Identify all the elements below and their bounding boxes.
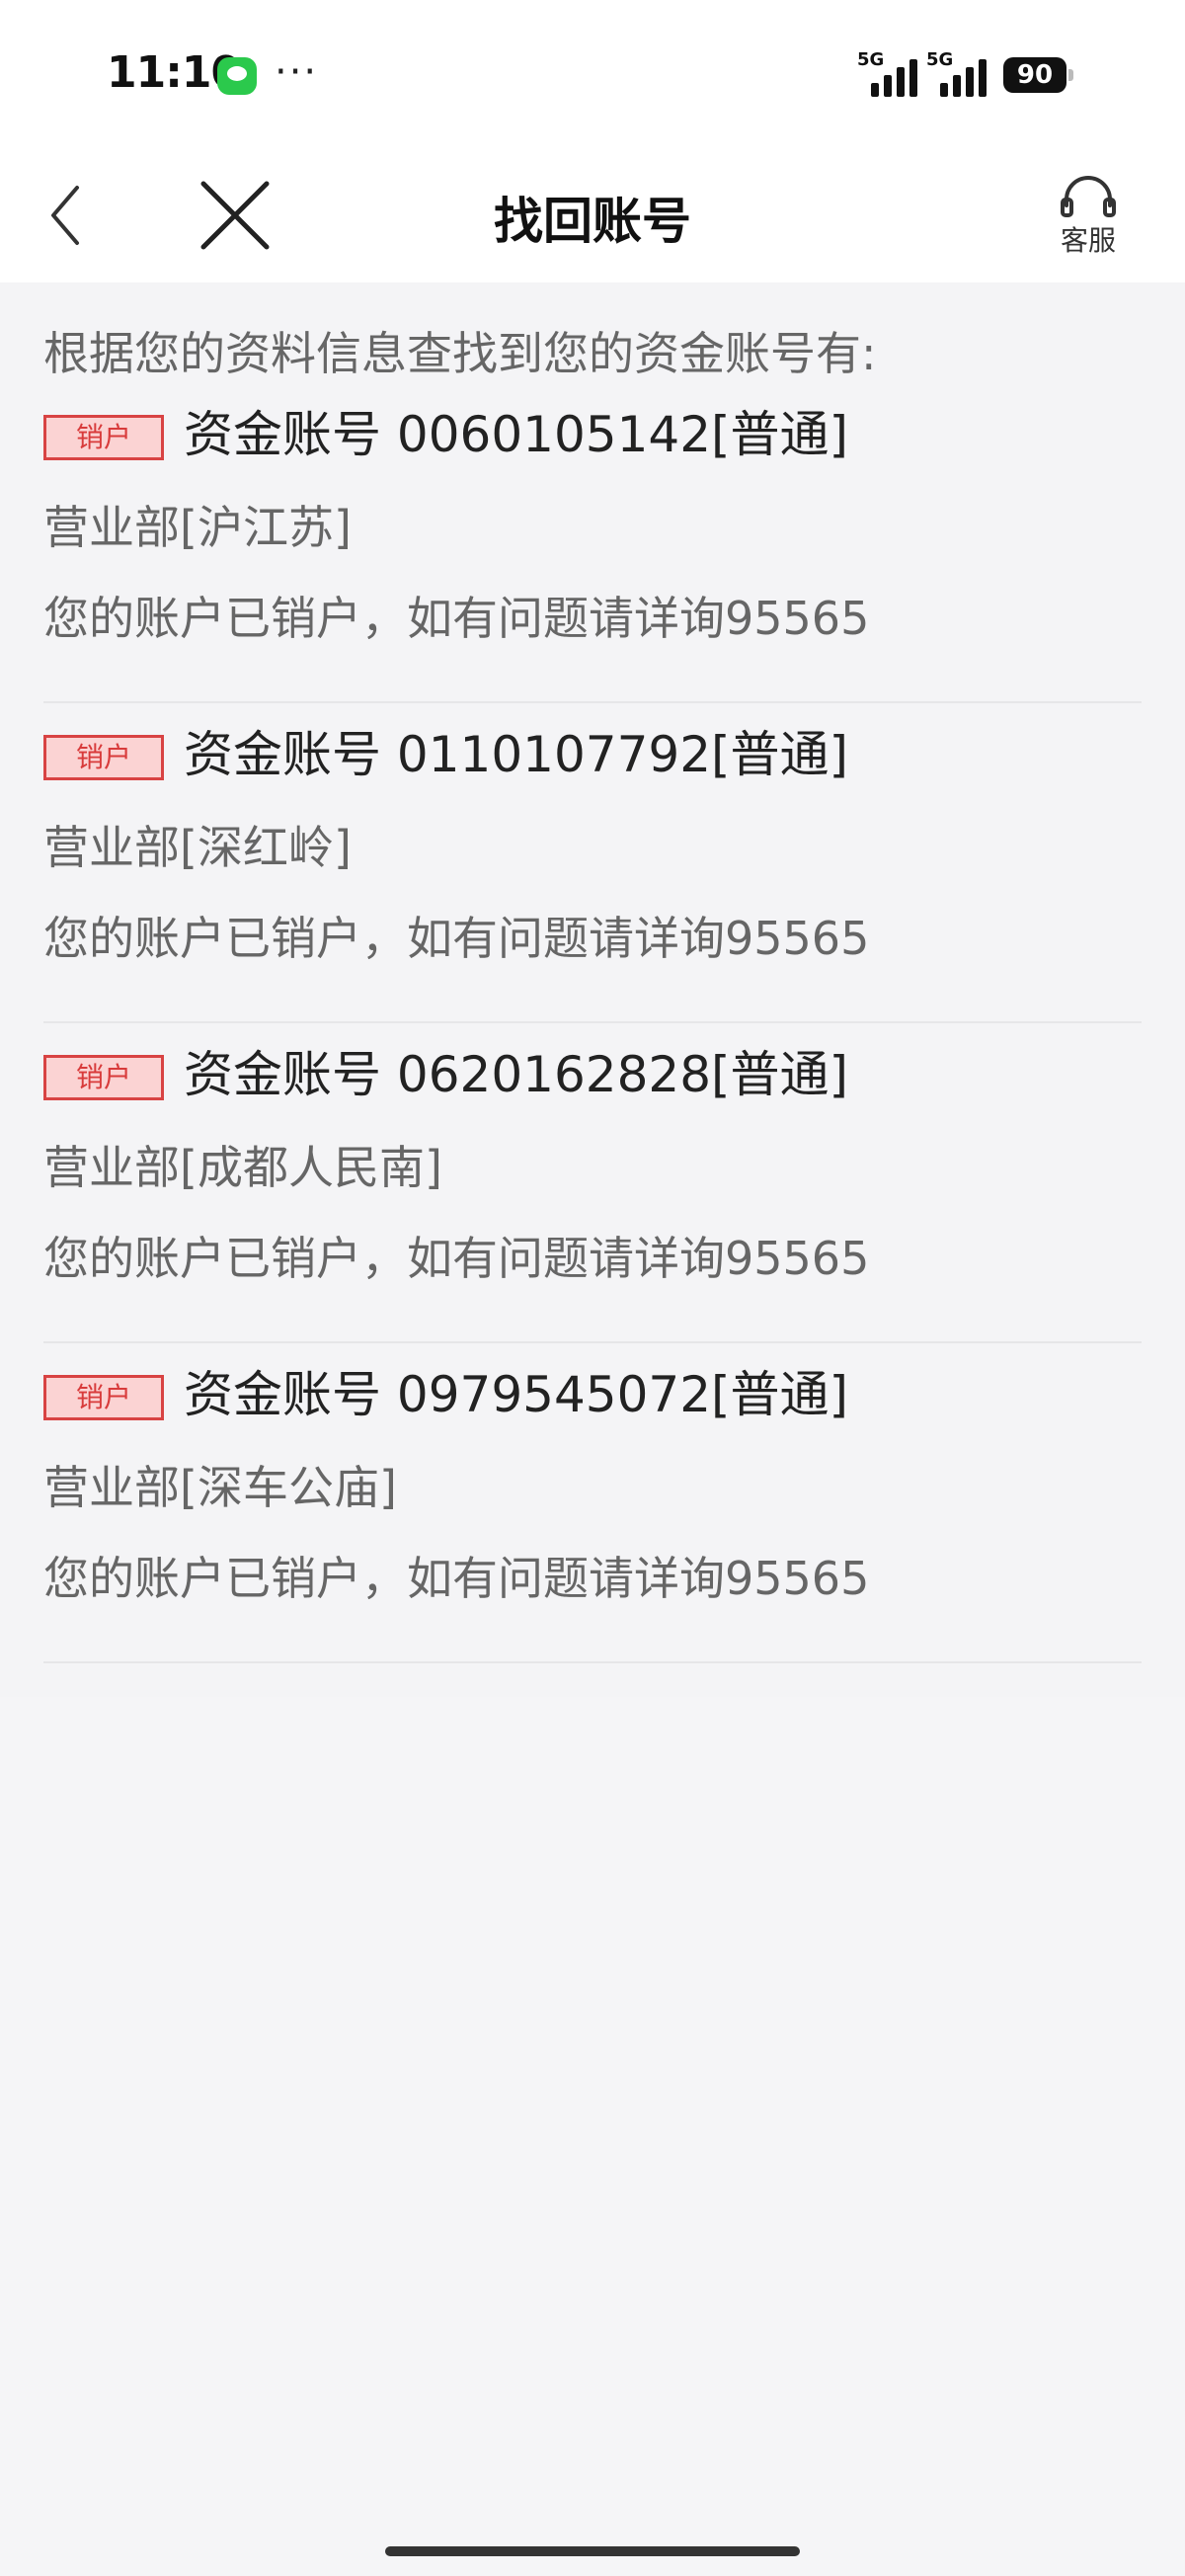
battery-icon: 90 <box>1003 57 1066 93</box>
network-type-label: 5G <box>857 49 885 70</box>
account-item: 销户 资金账号 0620162828[普通] 营业部[成都人民南] 您的账户已销… <box>43 1021 1142 1343</box>
headset-icon <box>1061 176 1116 217</box>
closed-notice: 您的账户已销户，如有问题请详询95565 <box>43 592 870 645</box>
closed-status-badge: 销户 <box>43 735 164 780</box>
account-item: 销户 资金账号 0110107792[普通] 营业部[深红岭] 您的账户已销户，… <box>43 701 1142 1023</box>
message-app-icon <box>217 57 257 95</box>
account-results-panel: 根据您的资料信息查找到您的资金账号有: 销户 资金账号 0060105142[普… <box>0 282 1185 1697</box>
branch-name: 营业部[深红岭] <box>43 821 352 874</box>
closed-status-badge: 销户 <box>43 1055 164 1100</box>
network-type-label: 5G <box>926 49 954 70</box>
page-title: 找回账号 <box>494 193 691 250</box>
customer-service-button[interactable]: 客服 <box>1047 174 1130 263</box>
branch-name: 营业部[深车公庙] <box>43 1461 397 1514</box>
account-number: 资金账号 0979545072[普通] <box>184 1366 849 1423</box>
account-item: 销户 资金账号 0979545072[普通] 营业部[深车公庙] 您的账户已销户… <box>43 1341 1142 1663</box>
navigation-bar: 找回账号 客服 <box>0 148 1185 282</box>
closed-status-badge: 销户 <box>43 1375 164 1420</box>
closed-status-badge: 销户 <box>43 415 164 460</box>
account-number: 资金账号 0060105142[普通] <box>184 406 849 463</box>
branch-name: 营业部[成都人民南] <box>43 1141 442 1194</box>
signal-strength-icon: 5G <box>857 49 922 97</box>
signal-strength-icon: 5G <box>926 49 991 97</box>
closed-notice: 您的账户已销户，如有问题请详询95565 <box>43 1232 870 1285</box>
branch-name: 营业部[沪江苏] <box>43 501 352 554</box>
more-notifications-icon: ··· <box>275 49 319 95</box>
closed-notice: 您的账户已销户，如有问题请详询95565 <box>43 912 870 965</box>
results-intro-text: 根据您的资料信息查找到您的资金账号有: <box>43 327 877 380</box>
home-indicator[interactable] <box>385 2546 800 2556</box>
status-bar: 11:10 ··· 5G 5G 90 <box>0 0 1185 148</box>
battery-tip <box>1068 69 1073 81</box>
account-number: 资金账号 0110107792[普通] <box>184 726 849 783</box>
account-item: 销户 资金账号 0060105142[普通] 营业部[沪江苏] 您的账户已销户，… <box>43 381 1142 703</box>
account-number: 资金账号 0620162828[普通] <box>184 1046 849 1103</box>
customer-service-label: 客服 <box>1060 224 1116 257</box>
closed-notice: 您的账户已销户，如有问题请详询95565 <box>43 1552 870 1605</box>
